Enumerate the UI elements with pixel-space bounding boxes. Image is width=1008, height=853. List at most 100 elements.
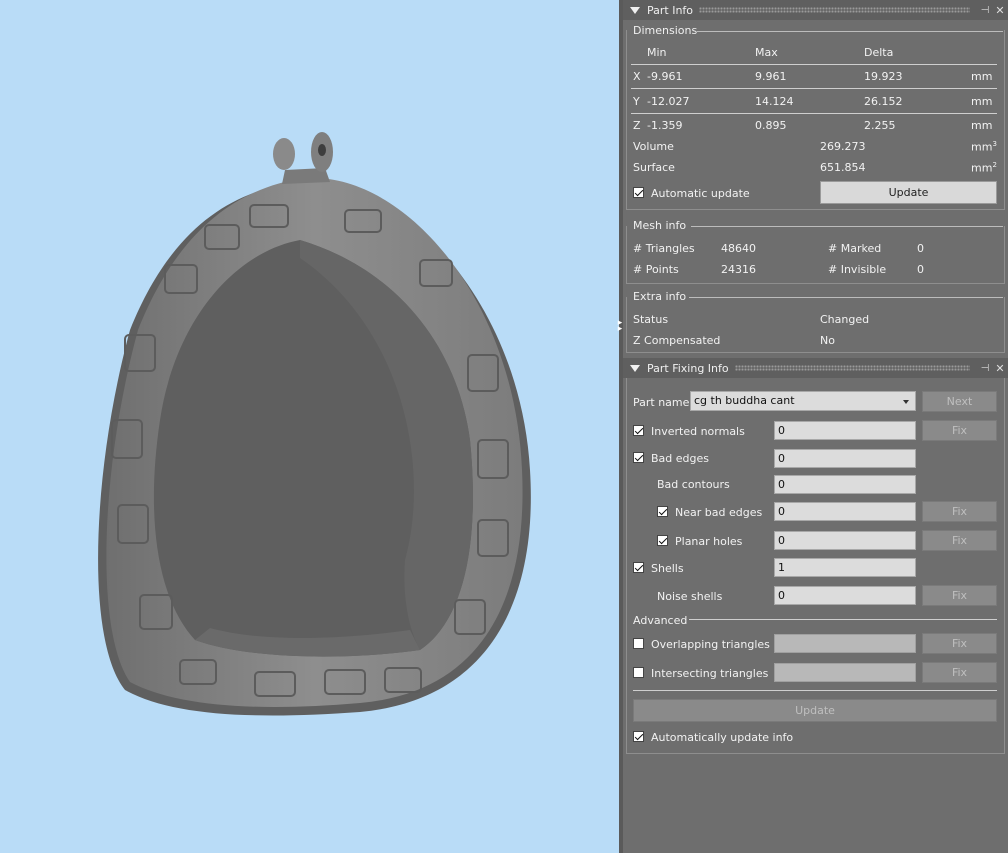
- y-unit: mm: [971, 95, 993, 108]
- row-divider: [631, 88, 997, 89]
- points-label: # Points: [633, 263, 679, 276]
- planar-holes-checkbox[interactable]: [657, 535, 668, 546]
- invisible-label: # Invisible: [828, 263, 887, 276]
- z-max-value: 0.895: [755, 119, 787, 132]
- x-axis-label: X: [633, 70, 641, 83]
- intersecting-triangles-fix-button[interactable]: Fix: [922, 662, 997, 683]
- planar-holes-label: Planar holes: [675, 535, 743, 548]
- x-max-value: 9.961: [755, 70, 787, 83]
- noise-shells-label: Noise shells: [657, 590, 723, 603]
- 3d-viewport[interactable]: [0, 0, 619, 853]
- bad-edges-value: 0: [774, 449, 916, 468]
- part-name-value: cg th buddha cant: [694, 394, 795, 407]
- z-min-value: -1.359: [647, 119, 683, 132]
- marked-value: 0: [917, 242, 924, 255]
- max-header: Max: [755, 46, 778, 59]
- pin-icon[interactable]: ⊣: [978, 5, 992, 16]
- inverted-normals-checkbox[interactable]: [633, 425, 644, 436]
- pin-icon[interactable]: ⊣: [978, 363, 992, 374]
- extra-info-divider: [689, 297, 1003, 298]
- part-name-select[interactable]: cg th buddha cant: [690, 391, 916, 411]
- overlapping-triangles-fix-button[interactable]: Fix: [922, 633, 997, 654]
- advanced-divider: [689, 619, 997, 620]
- bad-contours-value: 0: [774, 475, 916, 494]
- dimensions-update-button[interactable]: Update: [820, 181, 997, 204]
- next-button[interactable]: Next: [922, 391, 997, 412]
- automatic-update-label: Automatic update: [651, 187, 750, 200]
- surface-unit: mm2: [971, 161, 997, 175]
- overlapping-triangles-label: Overlapping triangles: [651, 638, 770, 651]
- intersecting-triangles-value: [774, 663, 916, 682]
- row-divider: [631, 113, 997, 114]
- surface-label: Surface: [633, 161, 675, 174]
- intersecting-triangles-label: Intersecting triangles: [651, 667, 769, 680]
- near-bad-edges-fix-button[interactable]: Fix: [922, 501, 997, 522]
- noise-shells-fix-button[interactable]: Fix: [922, 585, 997, 606]
- part-name-label: Part name: [633, 396, 690, 409]
- surface-value: 651.854: [820, 161, 866, 174]
- automatic-update-checkbox[interactable]: [633, 187, 644, 198]
- z-compensated-value: No: [820, 334, 835, 347]
- header-divider: [631, 64, 997, 65]
- near-bad-edges-value: 0: [774, 502, 916, 521]
- auto-update-info-checkbox[interactable]: [633, 731, 644, 742]
- status-value: Changed: [820, 313, 870, 326]
- drag-handle[interactable]: [734, 365, 970, 371]
- near-bad-edges-label: Near bad edges: [675, 506, 763, 519]
- near-bad-edges-checkbox[interactable]: [657, 506, 668, 517]
- y-max-value: 14.124: [755, 95, 794, 108]
- x-min-value: -9.961: [647, 70, 683, 83]
- noise-shells-value: 0: [774, 586, 916, 605]
- overlapping-triangles-checkbox[interactable]: [633, 638, 644, 649]
- bad-contours-label: Bad contours: [657, 478, 730, 491]
- drag-handle[interactable]: [699, 7, 970, 13]
- dimensions-legend: Dimensions: [633, 24, 698, 37]
- part-info-titlebar[interactable]: Part Info ⊣ ✕: [623, 0, 1008, 20]
- intersecting-triangles-checkbox[interactable]: [633, 667, 644, 678]
- part-fixing-titlebar[interactable]: Part Fixing Info ⊣ ✕: [623, 358, 1008, 378]
- y-axis-label: Y: [633, 95, 640, 108]
- bad-edges-checkbox[interactable]: [633, 452, 644, 463]
- pendant-model[interactable]: [0, 0, 619, 853]
- z-delta-value: 2.255: [864, 119, 896, 132]
- inverted-normals-fix-button[interactable]: Fix: [922, 420, 997, 441]
- extra-info-legend: Extra info: [633, 290, 687, 303]
- status-label: Status: [633, 313, 669, 326]
- shells-label: Shells: [651, 562, 684, 575]
- shells-value: 1: [774, 558, 916, 577]
- part-info-title: Part Info: [647, 3, 694, 17]
- advanced-legend: Advanced: [633, 614, 688, 627]
- part-fixing-title: Part Fixing Info: [647, 361, 729, 375]
- overlapping-triangles-value: [774, 634, 916, 653]
- close-icon[interactable]: ✕: [992, 362, 1008, 375]
- marked-label: # Marked: [828, 242, 882, 255]
- triangles-value: 48640: [721, 242, 756, 255]
- inverted-normals-label: Inverted normals: [651, 425, 745, 438]
- invisible-value: 0: [917, 263, 924, 276]
- delta-header: Delta: [864, 46, 894, 59]
- fixing-update-button[interactable]: Update: [633, 699, 997, 722]
- z-axis-label: Z: [633, 119, 641, 132]
- planar-holes-fix-button[interactable]: Fix: [922, 530, 997, 551]
- collapse-triangle-icon[interactable]: [630, 364, 640, 372]
- update-divider: [633, 690, 997, 691]
- dimensions-divider: [697, 31, 1003, 32]
- z-compensated-label: Z Compensated: [633, 334, 721, 347]
- auto-update-info-label: Automatically update info: [651, 731, 794, 744]
- volume-value: 269.273: [820, 140, 866, 153]
- planar-holes-value: 0: [774, 531, 916, 550]
- collapse-triangle-icon[interactable]: [630, 6, 640, 14]
- mesh-info-divider: [691, 226, 1003, 227]
- shells-checkbox[interactable]: [633, 562, 644, 573]
- min-header: Min: [647, 46, 667, 59]
- triangles-label: # Triangles: [633, 242, 695, 255]
- inverted-normals-value: 0: [774, 421, 916, 440]
- side-panel: Part Info ⊣ ✕ Dimensions Min Max Delta X…: [623, 0, 1008, 853]
- x-delta-value: 19.923: [864, 70, 903, 83]
- points-value: 24316: [721, 263, 756, 276]
- z-unit: mm: [971, 119, 993, 132]
- chevron-down-icon: [903, 400, 909, 404]
- mesh-info-group: [626, 226, 1005, 284]
- close-icon[interactable]: ✕: [992, 4, 1008, 17]
- y-min-value: -12.027: [647, 95, 690, 108]
